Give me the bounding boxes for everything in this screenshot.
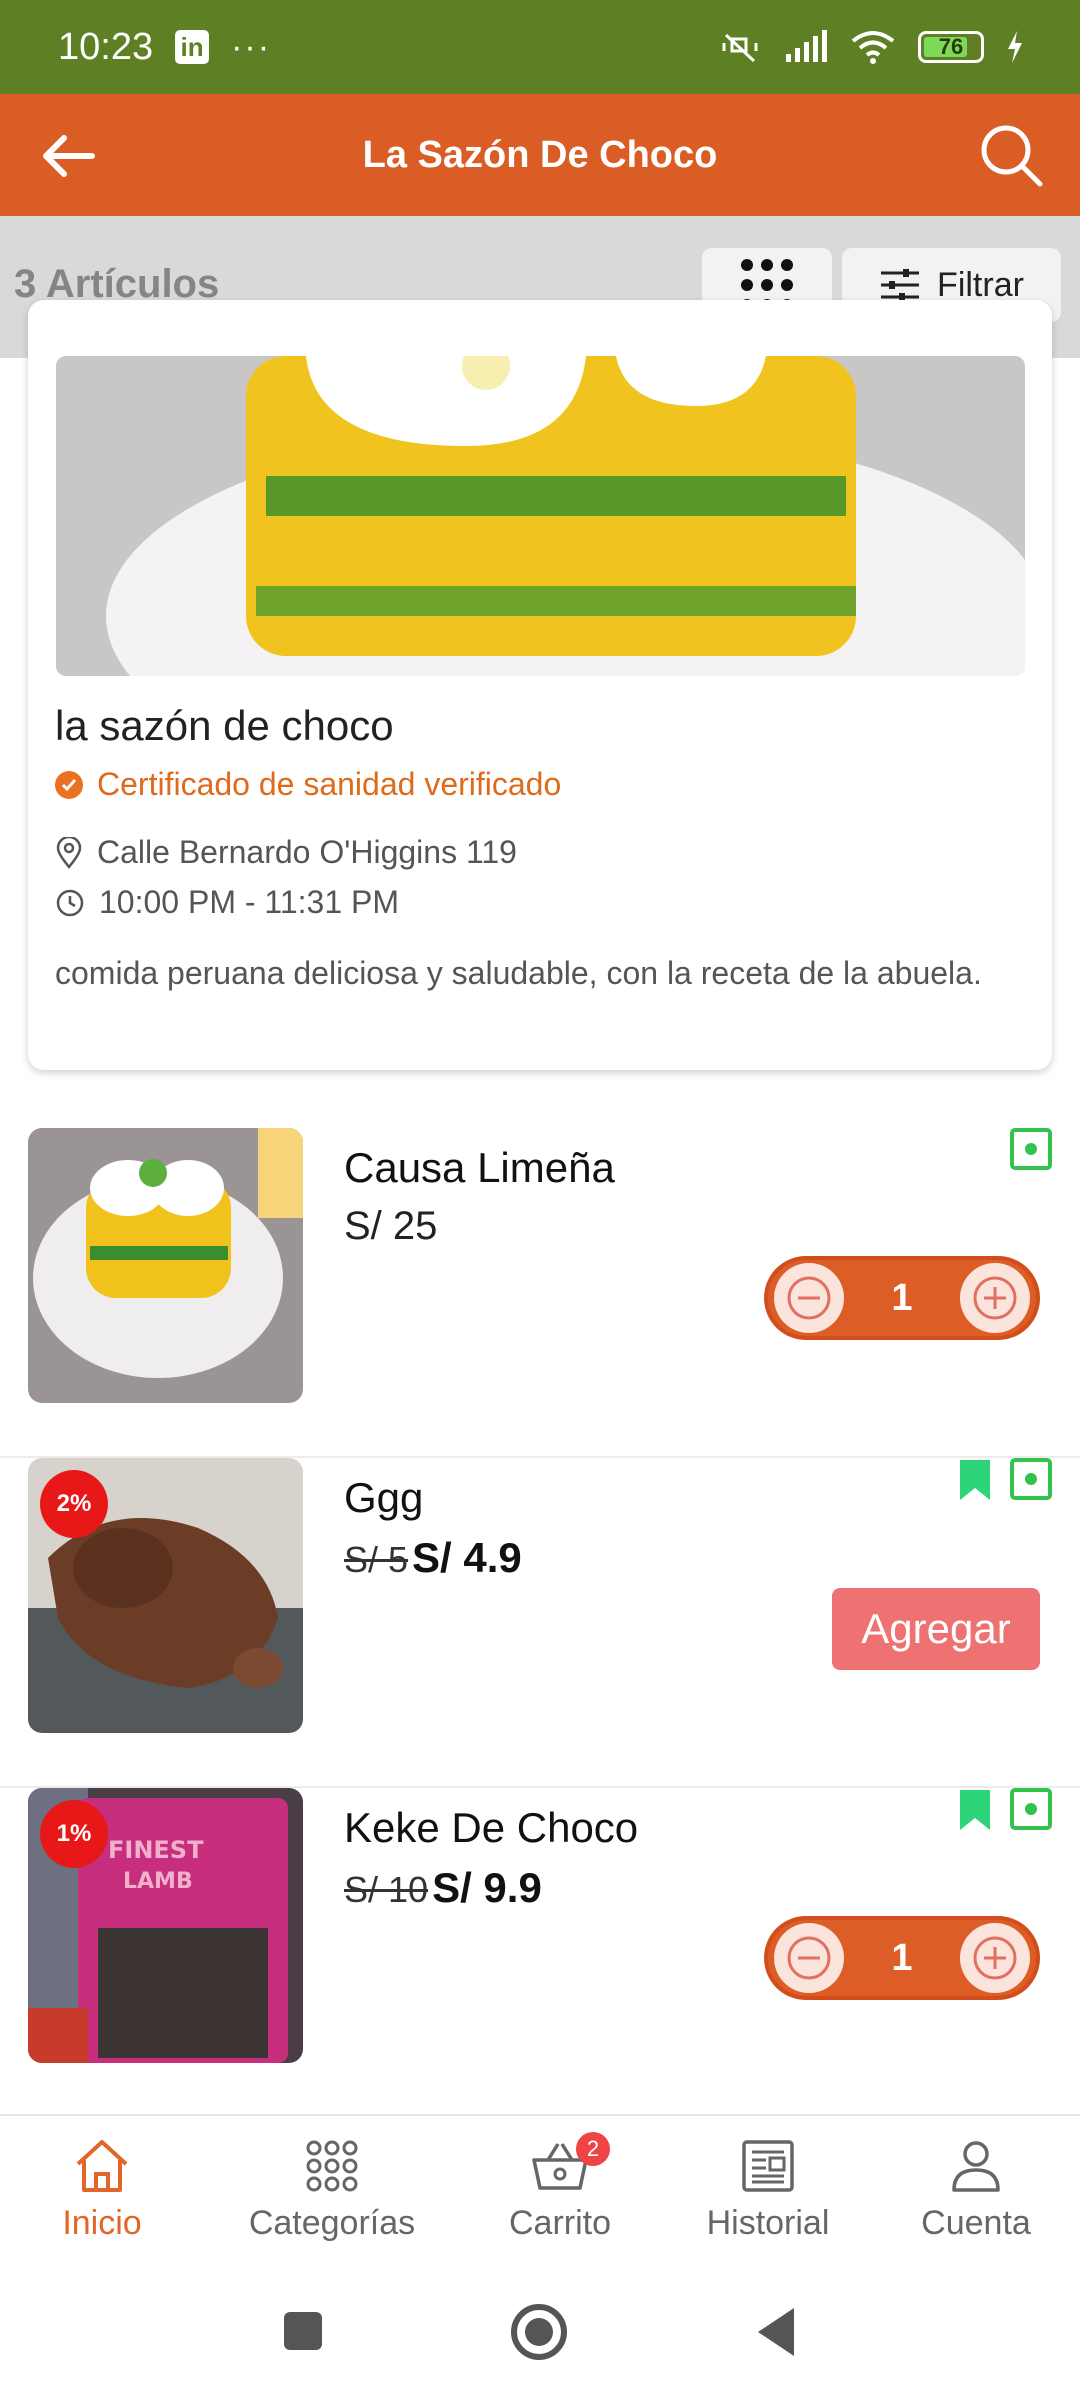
home-icon — [76, 2140, 128, 2192]
product-new-price: S/ 4.9 — [412, 1534, 522, 1581]
svg-text:FINEST: FINEST — [108, 1836, 204, 1864]
store-description: comida peruana deliciosa y saludable, co… — [55, 955, 982, 991]
product-item-keke[interactable]: FINEST LAMB 1% Keke De Choco S/ 10S/ 9.9… — [0, 1788, 1080, 2118]
recents-button[interactable] — [284, 2312, 322, 2350]
product-image[interactable] — [28, 1128, 303, 1403]
quantity-stepper[interactable]: 1 — [764, 1916, 1040, 2000]
quantity-stepper[interactable]: 1 — [764, 1256, 1040, 1340]
decrement-button[interactable] — [774, 1263, 844, 1333]
more-notifications-icon: ··· — [231, 27, 272, 66]
nav-item-carrito[interactable]: 2 Carrito — [450, 2132, 670, 2243]
veg-indicator-icon — [1010, 1788, 1052, 1830]
bookmark-icon[interactable] — [960, 1790, 990, 1830]
plus-icon — [973, 1276, 1017, 1320]
cart-count-badge: 2 — [576, 2132, 610, 2166]
discount-badge: 2% — [40, 1470, 108, 1538]
search-icon[interactable] — [976, 120, 1046, 190]
minus-icon — [787, 1936, 831, 1980]
product-image[interactable]: 2% — [28, 1458, 303, 1733]
product-item-causa[interactable]: Causa Limeña S/ 25 1 — [0, 1128, 1080, 1458]
history-icon — [742, 2140, 794, 2192]
nav-label: Categorías — [248, 2204, 416, 2242]
sliders-icon — [881, 269, 920, 301]
product-new-price: S/ 9.9 — [432, 1864, 542, 1911]
store-name: la sazón de choco — [55, 702, 394, 749]
product-price: S/ 25 — [344, 1204, 438, 1248]
bookmark-icon[interactable] — [960, 1460, 990, 1500]
svg-text:LAMB: LAMB — [123, 1869, 193, 1894]
minus-icon — [787, 1276, 831, 1320]
store-address: Calle Bernardo O'Higgins 119 — [97, 834, 517, 870]
categories-icon — [306, 2140, 358, 2192]
increment-button[interactable] — [959, 1263, 1030, 1333]
quantity-value: 1 — [891, 1276, 913, 1319]
decrement-button[interactable] — [774, 1923, 844, 1993]
filter-label: Filtrar — [937, 265, 1024, 304]
check-badge-icon — [55, 770, 83, 799]
nav-label: Inicio — [62, 2204, 142, 2242]
store-hours: 10:00 PM - 11:31 PM — [99, 884, 399, 920]
veg-indicator-icon — [1010, 1458, 1052, 1500]
product-old-price: S/ 10 — [344, 1869, 429, 1910]
product-old-price: S/ 5 — [344, 1539, 409, 1580]
battery-level: 76 — [938, 34, 964, 59]
nav-label: Carrito — [508, 2204, 612, 2242]
status-time: 10:23 — [58, 25, 154, 68]
back-button[interactable] — [758, 2308, 794, 2356]
product-price: S/ 10S/ 9.9 — [344, 1864, 542, 1912]
back-arrow-icon[interactable] — [36, 124, 100, 188]
product-image[interactable]: FINEST LAMB 1% — [28, 1788, 303, 2063]
user-icon — [952, 2141, 1000, 2192]
nav-label: Cuenta — [921, 2204, 1031, 2242]
signal-icon — [786, 30, 827, 62]
product-name: Ggg — [344, 1474, 424, 1521]
discount-badge: 1% — [40, 1800, 108, 1868]
charging-icon — [1008, 31, 1022, 63]
nav-label: Historial — [706, 2204, 830, 2242]
product-price: S/ 5S/ 4.9 — [344, 1534, 522, 1582]
nav-item-cuenta[interactable]: Cuenta — [866, 2138, 1080, 2243]
status-bar: 10:23 in ··· 76 — [0, 0, 1080, 94]
location-pin-icon — [56, 836, 82, 869]
store-card: la sazón de choco Certificado de sanidad… — [28, 300, 1052, 1070]
product-name: Keke De Choco — [344, 1804, 639, 1851]
add-to-cart-button[interactable]: Agregar — [832, 1588, 1040, 1670]
hours-row: 10:00 PM - 11:31 PM — [55, 884, 399, 921]
mute-vibrate-icon — [722, 33, 758, 63]
nav-item-historial[interactable]: Historial — [658, 2138, 878, 2243]
app-bar: La Sazón De Choco — [0, 94, 1080, 216]
increment-button[interactable] — [959, 1923, 1030, 1993]
veg-indicator-icon — [1010, 1128, 1052, 1170]
quantity-value: 1 — [891, 1936, 913, 1979]
nav-item-inicio[interactable]: Inicio — [0, 2138, 212, 2243]
clock-icon — [56, 889, 84, 916]
home-button[interactable] — [511, 2304, 567, 2360]
verified-label: Certificado de sanidad verificado — [97, 766, 562, 802]
bottom-nav: Inicio Categorías 2 Carrito Historial Cu… — [0, 2114, 1080, 2264]
product-name: Causa Limeña — [344, 1144, 615, 1191]
plus-icon — [973, 1936, 1017, 1980]
store-photo — [56, 356, 1025, 676]
battery-icon: 76 — [918, 31, 984, 63]
address-row: Calle Bernardo O'Higgins 119 — [55, 834, 517, 871]
page-title: La Sazón De Choco — [362, 133, 718, 176]
system-nav-bar — [0, 2264, 1080, 2400]
product-item-ggg[interactable]: 2% Ggg S/ 5S/ 4.9 Agregar — [0, 1458, 1080, 1788]
nav-item-categorias[interactable]: Categorías — [222, 2138, 442, 2243]
linkedin-icon: in — [175, 30, 210, 64]
wifi-icon — [851, 31, 895, 64]
verified-row: Certificado de sanidad verificado — [55, 766, 561, 803]
